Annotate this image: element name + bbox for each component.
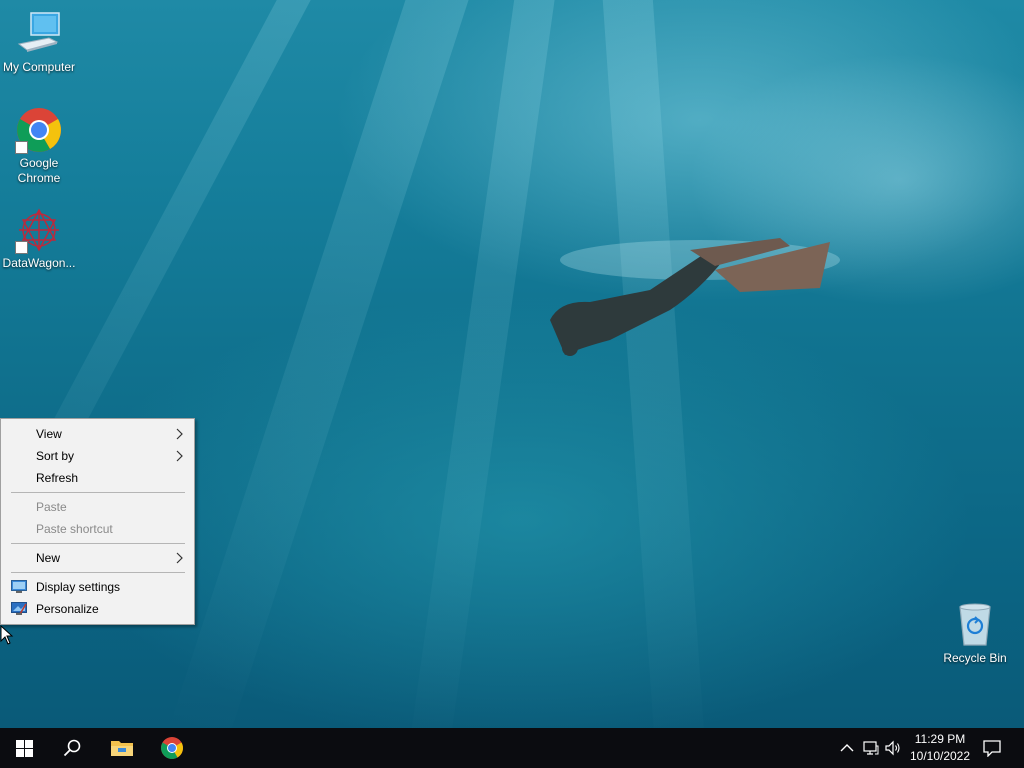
chrome-icon [15,106,63,154]
shortcut-arrow-icon [15,241,28,254]
menu-item-label: Personalize [36,602,99,616]
desktop-icon-label: Google Chrome [17,156,61,185]
desktop-icon-recycle-bin[interactable]: Recycle Bin [937,601,1013,666]
search-icon [63,739,81,757]
chevron-right-icon [176,428,183,440]
menu-item-label: View [36,427,62,441]
menu-item-paste-shortcut: Paste shortcut [2,518,193,540]
menu-item-label: Paste shortcut [36,522,113,536]
taskbar: 11:29 PM 10/10/2022 [0,728,1024,768]
desktop-icon-my-computer[interactable]: My Computer [1,10,77,75]
menu-separator [11,543,185,544]
network-icon[interactable] [863,740,879,756]
personalize-icon [11,602,27,615]
start-icon [15,739,33,757]
taskbar-clock[interactable]: 11:29 PM 10/10/2022 [904,731,976,765]
desktop-icon-google-chrome[interactable]: Google Chrome [1,106,77,186]
mouse-cursor-icon [0,625,14,645]
datawagon-icon [15,206,63,254]
menu-item-new[interactable]: New [2,547,193,569]
taskbar-chrome[interactable] [148,728,196,768]
chrome-icon [161,737,183,759]
menu-item-display-settings[interactable]: Display settings [2,576,193,598]
file-explorer-icon [111,741,133,756]
search-button[interactable] [48,728,96,768]
computer-icon [15,10,63,58]
menu-item-sort-by[interactable]: Sort by [2,445,193,467]
menu-separator [11,572,185,573]
menu-item-label: Paste [36,500,67,514]
recycle-bin-icon [951,601,999,649]
menu-item-view[interactable]: View [2,423,193,445]
menu-item-paste: Paste [2,496,193,518]
menu-item-label: New [36,551,61,565]
desktop-icon-label: Recycle Bin [943,651,1007,665]
clock-date: 10/10/2022 [909,749,971,763]
menu-item-personalize[interactable]: Personalize [2,598,193,620]
chevron-right-icon [176,552,183,564]
chevron-up-icon[interactable] [839,740,855,756]
desktop-icon-label: DataWagon... [2,256,76,270]
start-button[interactable] [0,728,48,768]
chevron-right-icon [176,450,183,462]
desktop-icon-datawagon[interactable]: DataWagon... [1,206,77,271]
shortcut-arrow-icon [15,141,28,154]
menu-item-label: Sort by [36,449,75,463]
action-center-icon[interactable] [983,739,1001,757]
menu-item-refresh[interactable]: Refresh [2,467,193,489]
desktop-icon-label: My Computer [2,60,76,74]
clock-time: 11:29 PM [914,732,966,746]
menu-separator [11,492,185,493]
taskbar-file-explorer[interactable] [98,728,146,768]
menu-item-label: Refresh [36,471,79,485]
display-settings-icon [11,580,27,593]
desktop-context-menu: View Sort by Refresh Paste Paste shortcu… [0,418,195,625]
diver-image [550,238,840,356]
volume-icon[interactable] [885,740,901,756]
menu-item-label: Display settings [36,580,121,594]
